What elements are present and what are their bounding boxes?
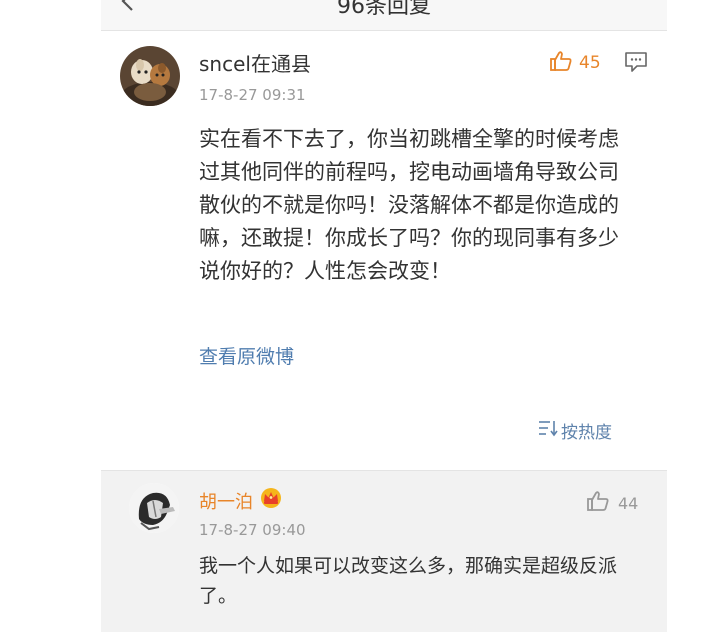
thumbs-up-icon xyxy=(549,49,573,77)
post-username[interactable]: sncel在通县 xyxy=(199,48,311,77)
page-title: 96条回复 xyxy=(337,0,431,19)
sort-by-hot-button[interactable]: 按热度 xyxy=(538,418,612,443)
reply-item: 胡一泊 44 17-8-27 09:40 我一个人如果可以改变这么多，那确实是超… xyxy=(101,470,667,632)
post-timestamp: 17-8-27 09:31 xyxy=(199,86,306,104)
post-like-button[interactable]: 45 xyxy=(549,49,601,77)
top-bar: 96条回复 xyxy=(101,0,667,31)
reply-content: 我一个人如果可以改变这么多，那确实是超级反派了。 xyxy=(199,555,618,607)
post-content: 实在看不下去了，你当初跳槽全擎的时候考虑过其他同伴的前程吗，挖电动画墙角导致公司… xyxy=(199,127,619,283)
post-like-count: 45 xyxy=(579,53,601,73)
reply-timestamp: 17-8-27 09:40 xyxy=(199,521,306,539)
thumbs-up-icon xyxy=(586,489,610,517)
sort-icon xyxy=(538,419,558,442)
reply-like-count: 44 xyxy=(618,493,639,513)
post: sncel在通县 17-8-27 09:31 45 实在看不下去了，你当初跳槽全… xyxy=(101,31,667,468)
comment-icon[interactable] xyxy=(624,51,648,77)
reply-username: 胡一泊 xyxy=(199,491,253,513)
reply-username-row[interactable]: 胡一泊 xyxy=(199,487,283,514)
crown-icon xyxy=(259,487,283,514)
view-original-link[interactable]: 查看原微博 xyxy=(199,342,294,369)
weibo-comment-screen: 96条回复 sncel在通县 17-8-27 09:31 45 实在看不下去了，… xyxy=(101,0,667,632)
avatar[interactable] xyxy=(129,483,179,533)
reply-like-button[interactable]: 44 xyxy=(586,489,638,517)
sort-label: 按热度 xyxy=(561,423,612,443)
avatar[interactable] xyxy=(120,46,180,106)
